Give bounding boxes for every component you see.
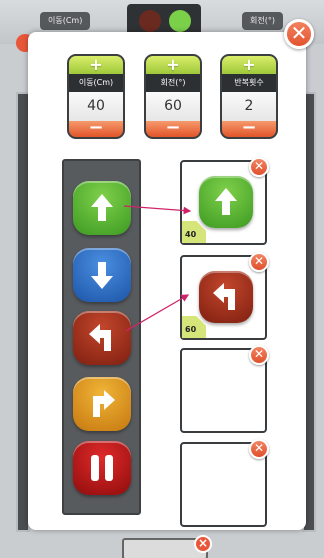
move-plus-button[interactable]: + <box>69 56 123 74</box>
arrow-down-icon <box>91 262 113 289</box>
move-label: 이동(Cm) <box>69 74 123 92</box>
turn-left-command[interactable] <box>73 311 131 365</box>
move-distance-stepper: + 이동(Cm) 40 − <box>67 54 125 139</box>
turn-right-command[interactable] <box>73 377 131 431</box>
bg-turn-chip: 회전(°) <box>242 12 283 30</box>
command-palette <box>62 159 141 515</box>
red-light-icon <box>139 10 161 32</box>
arrow-up-icon <box>215 188 237 215</box>
move-backward-command[interactable] <box>73 248 131 302</box>
close-dialog-button[interactable]: ✕ <box>284 19 314 49</box>
repeat-count-stepper: + 반복횟수 2 − <box>220 54 278 139</box>
turn-angle-stepper: + 회전(°) 60 − <box>144 54 202 139</box>
slot-1-command[interactable] <box>199 176 253 228</box>
turn-left-icon <box>89 324 111 351</box>
slot-2-command[interactable] <box>199 271 253 323</box>
turn-left-icon <box>213 283 235 310</box>
slot-1-remove-button[interactable]: ✕ <box>249 157 269 177</box>
turn-label: 회전(°) <box>146 74 200 92</box>
move-minus-button[interactable]: − <box>69 119 123 137</box>
repeat-plus-button[interactable]: + <box>222 56 276 74</box>
repeat-label: 반복횟수 <box>222 74 276 92</box>
slot-3-remove-button[interactable]: ✕ <box>249 345 269 365</box>
repeat-minus-button[interactable]: − <box>222 119 276 137</box>
arrow-up-icon <box>91 194 113 221</box>
turn-minus-button[interactable]: − <box>146 119 200 137</box>
turn-plus-button[interactable]: + <box>146 56 200 74</box>
bg-move-chip: 이동(Cm) <box>40 12 91 30</box>
slot-4-remove-button[interactable]: ✕ <box>249 439 269 459</box>
pause-command[interactable] <box>73 441 131 495</box>
turn-right-icon <box>93 390 115 417</box>
pause-icon <box>91 455 113 481</box>
bg-bottom-close-icon: × <box>194 535 212 553</box>
green-light-icon <box>169 10 191 32</box>
slot-2-remove-button[interactable]: ✕ <box>249 252 269 272</box>
move-forward-command[interactable] <box>73 181 131 235</box>
